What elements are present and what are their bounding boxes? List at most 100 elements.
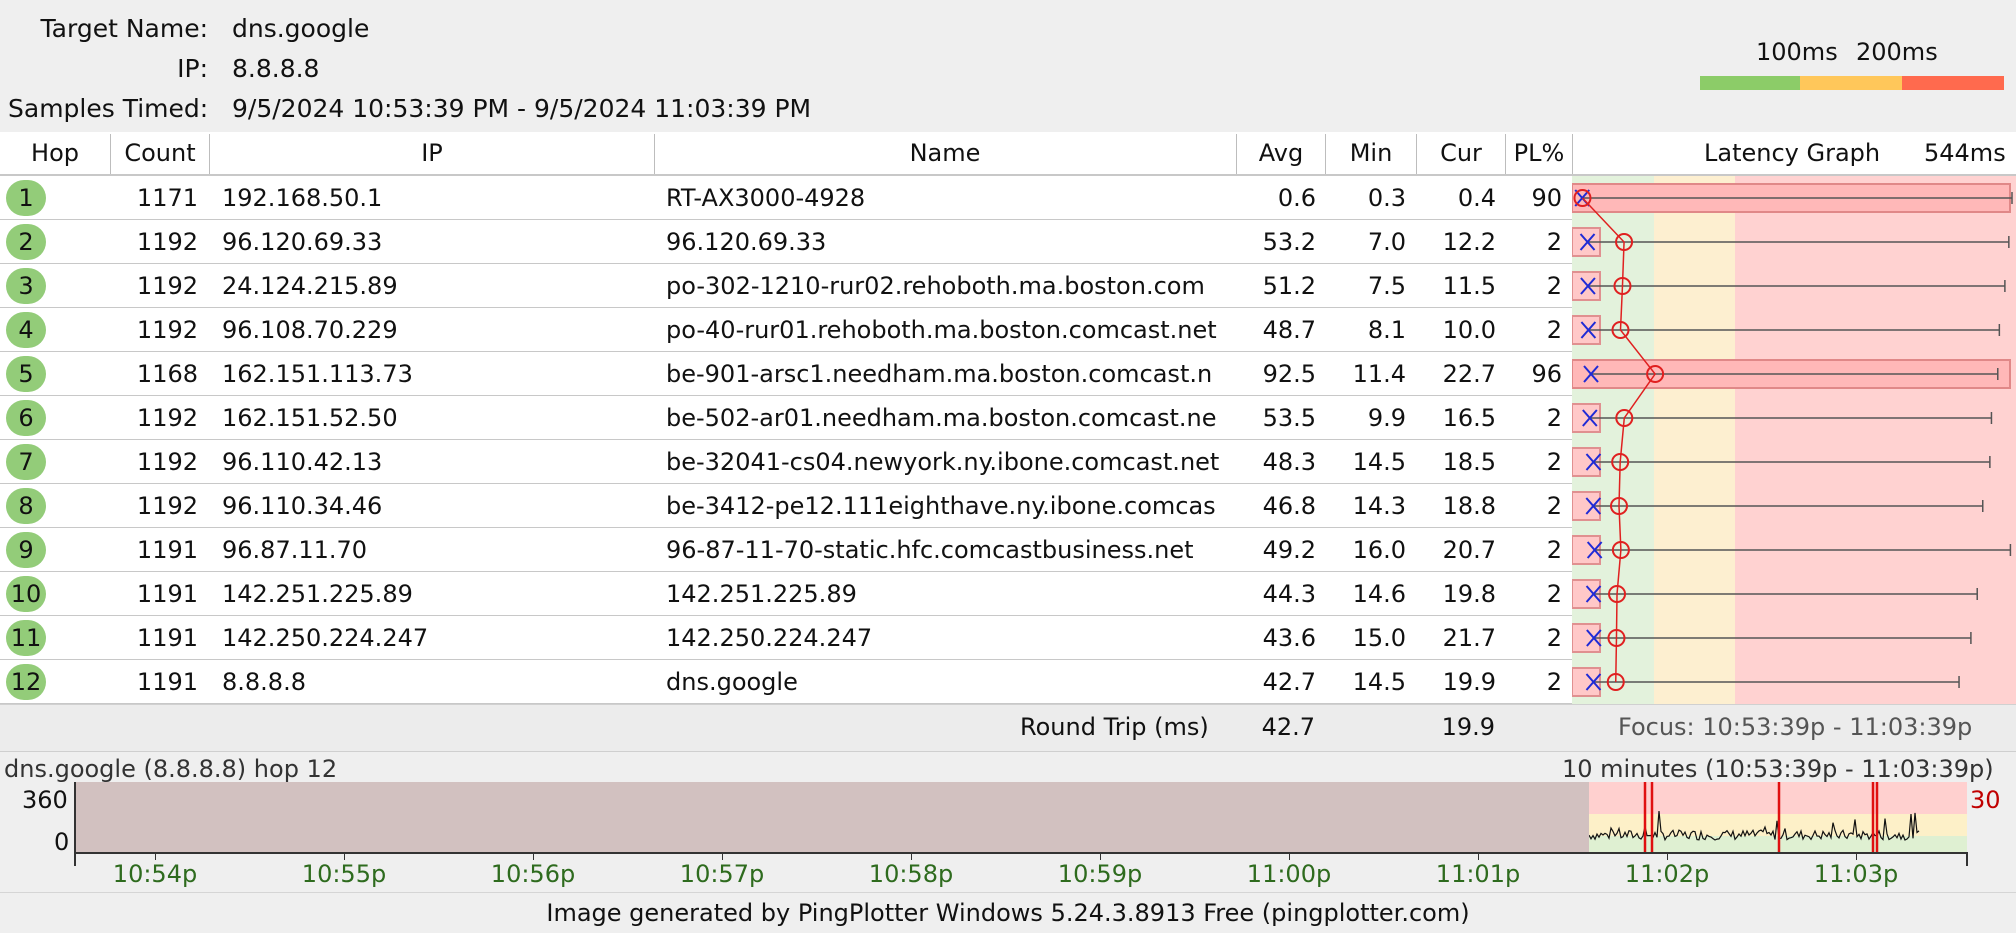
host-name-cell: 96-87-11-70-static.hfc.comcastbusiness.n… [666,536,1194,564]
cur-cell: 19.9 [1442,668,1496,696]
avg-cell: 48.7 [1262,316,1316,344]
min-cell: 14.3 [1352,492,1406,520]
column-header-cur[interactable]: Cur [1417,132,1505,174]
column-header-count[interactable]: Count [111,132,209,174]
packet-loss-cell: 90 [1531,184,1562,212]
timeline-y-top-label: 360 [22,786,68,814]
column-header-hop[interactable]: Hop [0,132,110,174]
host-name-cell: be-502-ar01.needham.ma.boston.comcast.ne [666,404,1217,432]
host-name-cell: be-901-arsc1.needham.ma.boston.comcast.n [666,360,1213,388]
ip-cell: 96.87.11.70 [222,536,368,564]
legend-100ms-label: 100ms [1756,38,1838,66]
hop-number-badge: 7 [6,444,46,480]
cur-cell: 18.5 [1442,448,1496,476]
footer-credit: Image generated by PingPlotter Windows 5… [0,892,2016,933]
column-separator[interactable] [1572,134,1573,174]
hop-number-badge: 8 [6,488,46,524]
avg-cell: 53.2 [1262,228,1316,256]
count-cell: 1192 [136,492,198,520]
min-cell: 9.9 [1367,404,1406,432]
ip-cell: 96.108.70.229 [222,316,398,344]
timeline-tick-label: 11:02p [1624,860,1710,888]
count-cell: 1192 [136,404,198,432]
hop-number-badge: 9 [6,532,46,568]
column-header-pl[interactable]: PL% [1506,132,1572,174]
latency-graph-max-label: 544ms [1924,132,2006,174]
column-separator[interactable] [1325,134,1326,174]
column-header-min[interactable]: Min [1326,132,1416,174]
round-trip-cur: 19.9 [1441,713,1495,741]
legend-200ms-label: 200ms [1856,38,1938,66]
count-cell: 1192 [136,228,198,256]
avg-cell: 48.3 [1262,448,1316,476]
hop-number-badge: 1 [6,180,46,216]
legend-good-swatch [1700,76,1800,90]
cur-cell: 10.0 [1442,316,1496,344]
ip-cell: 96.120.69.33 [222,228,383,256]
column-header-avg[interactable]: Avg [1237,132,1325,174]
min-cell: 7.5 [1367,272,1406,300]
column-separator[interactable] [209,134,210,174]
min-cell: 14.5 [1352,668,1406,696]
count-cell: 1192 [136,448,198,476]
column-separator[interactable] [654,134,655,174]
host-name-cell: 142.250.224.247 [666,624,873,652]
legend-warn-swatch [1800,76,1902,90]
host-name-cell: po-40-rur01.rehoboth.ma.boston.comcast.n… [666,316,1217,344]
packet-loss-cell: 2 [1546,536,1562,564]
timeline-latency-trace [1589,782,1920,852]
host-name-cell: 142.251.225.89 [666,580,857,608]
min-cell: 8.1 [1367,316,1406,344]
target-name-label: Target Name: [40,14,208,43]
avg-cell: 46.8 [1262,492,1316,520]
column-separator[interactable] [1236,134,1237,174]
packet-loss-cell: 2 [1546,404,1562,432]
column-separator[interactable] [1416,134,1417,174]
samples-timed-value: 9/5/2024 10:53:39 PM - 9/5/2024 11:03:39… [232,94,812,123]
ip-cell: 96.110.42.13 [222,448,383,476]
timeline-y-bottom-label: 0 [54,828,70,856]
packet-loss-cell: 2 [1546,580,1562,608]
min-cell: 11.4 [1352,360,1406,388]
ip-cell: 162.151.113.73 [222,360,413,388]
avg-cell: 0.6 [1277,184,1316,212]
packet-loss-cell: 2 [1546,272,1562,300]
cur-cell: 21.7 [1442,624,1496,652]
hop-number-badge: 12 [6,664,46,700]
target-name-value: dns.google [232,14,370,43]
hop-number-badge: 11 [6,620,46,656]
avg-cell: 42.7 [1262,668,1316,696]
timeline-tick-label: 10:54p [112,860,198,888]
column-separator[interactable] [1505,134,1506,174]
hop-number-badge: 3 [6,268,46,304]
count-cell: 1191 [136,624,198,652]
cur-cell: 0.4 [1457,184,1496,212]
timeline-tick-label: 11:03p [1813,860,1899,888]
column-header-name[interactable]: Name [655,132,1235,174]
latency-graph [1572,183,2013,697]
samples-timed-label: Samples Timed: [8,94,209,123]
host-name-cell: 96.120.69.33 [666,228,827,256]
column-header-ip[interactable]: IP [210,132,654,174]
ip-cell: 192.168.50.1 [222,184,383,212]
column-header-latency-graph[interactable]: Latency Graph [1704,132,1881,174]
column-separator[interactable] [110,134,111,174]
count-cell: 1191 [136,536,198,564]
timeline-target-label: dns.google (8.8.8.8) hop 12 [4,755,338,783]
count-cell: 1191 [136,668,198,696]
timeline-tick-label: 10:58p [868,860,954,888]
timeline-axis-end [1966,852,1968,866]
hop-number-badge: 10 [6,576,46,612]
min-cell: 7.0 [1367,228,1406,256]
cur-cell: 11.5 [1442,272,1496,300]
cur-cell: 16.5 [1442,404,1496,432]
host-name-cell: po-302-1210-rur02.rehoboth.ma.boston.com [666,272,1205,300]
host-name-cell: be-32041-cs04.newyork.ny.ibone.comcast.n… [666,448,1220,476]
cur-cell: 12.2 [1442,228,1496,256]
timeline-no-data-region [76,782,1589,852]
cur-cell: 22.7 [1442,360,1496,388]
avg-cell: 92.5 [1262,360,1316,388]
avg-cell: 49.2 [1262,536,1316,564]
count-cell: 1168 [136,360,198,388]
round-trip-label: Round Trip (ms) [1020,713,1209,741]
